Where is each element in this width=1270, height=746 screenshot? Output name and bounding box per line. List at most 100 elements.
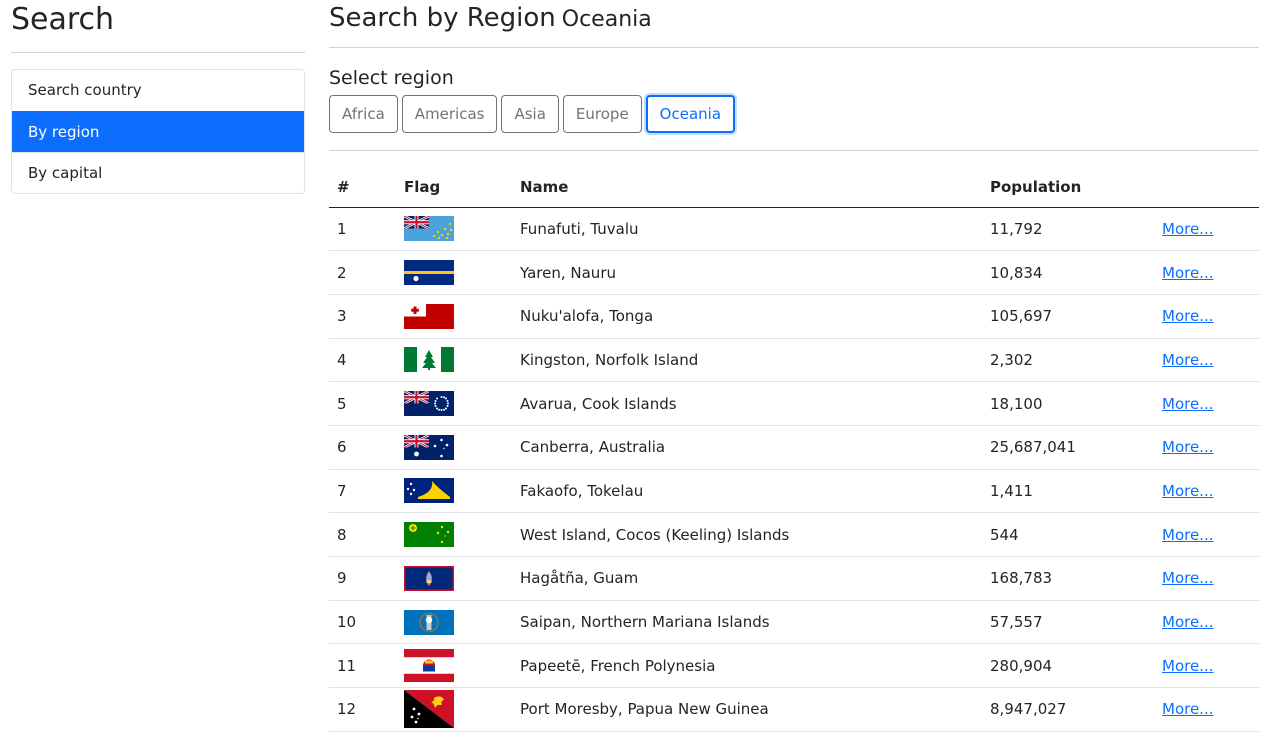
- country-name: Saipan, Northern Mariana Islands: [512, 600, 982, 645]
- french-polynesia-flag: [404, 649, 454, 683]
- more-cell: More...: [1154, 207, 1259, 252]
- table-row: 10 Saipan, Northern Mariana Islands 57,5…: [329, 600, 1259, 645]
- more-cell: More...: [1154, 643, 1259, 689]
- sidebar: Search Search country By region By capit…: [11, 0, 305, 194]
- row-number: 8: [329, 512, 396, 557]
- more-link[interactable]: More...: [1162, 700, 1214, 718]
- more-link[interactable]: More...: [1162, 351, 1214, 369]
- region-button-oceania[interactable]: Oceania: [645, 95, 736, 133]
- title-divider: [329, 47, 1259, 48]
- more-link[interactable]: More...: [1162, 220, 1214, 238]
- row-number: 3: [329, 294, 396, 339]
- more-link[interactable]: More...: [1162, 438, 1214, 456]
- table-row: 12 Port Moresby, Papua New Guinea 8,947,…: [329, 687, 1259, 732]
- country-name: Fakaofo, Tokelau: [512, 469, 982, 514]
- header-number: #: [329, 167, 396, 208]
- country-name: Funafuti, Tuvalu: [512, 207, 982, 252]
- cocos-islands-flag: [404, 522, 454, 548]
- row-number: 4: [329, 338, 396, 383]
- more-cell: More...: [1154, 687, 1259, 732]
- page-title-prefix: Search by Region: [329, 3, 556, 33]
- flag-cell: [396, 600, 512, 645]
- row-number: 11: [329, 643, 396, 689]
- countries-table: # Flag Name Population 1 Funafuti, Tuval…: [329, 167, 1259, 732]
- more-link[interactable]: More...: [1162, 482, 1214, 500]
- population: 10,834: [982, 250, 1154, 295]
- guam-flag: [404, 565, 454, 591]
- more-cell: More...: [1154, 338, 1259, 383]
- flag-cell: [396, 207, 512, 252]
- region-button-europe[interactable]: Europe: [562, 95, 642, 133]
- tokelau-flag: [404, 478, 454, 504]
- region-button-asia[interactable]: Asia: [501, 95, 559, 133]
- row-number: 10: [329, 600, 396, 645]
- flag-cell: [396, 469, 512, 514]
- region-button-americas[interactable]: Americas: [401, 95, 498, 133]
- flag-cell: [396, 643, 512, 689]
- population: 168,783: [982, 556, 1154, 601]
- more-link[interactable]: More...: [1162, 657, 1214, 675]
- more-cell: More...: [1154, 381, 1259, 426]
- search-mode-capital[interactable]: By capital: [12, 152, 304, 193]
- row-number: 6: [329, 425, 396, 470]
- more-link[interactable]: More...: [1162, 613, 1214, 631]
- header-flag: Flag: [396, 167, 512, 208]
- more-cell: More...: [1154, 469, 1259, 514]
- country-name: West Island, Cocos (Keeling) Islands: [512, 512, 982, 557]
- more-link[interactable]: More...: [1162, 526, 1214, 544]
- row-number: 9: [329, 556, 396, 601]
- population: 2,302: [982, 338, 1154, 383]
- flag-cell: [396, 512, 512, 557]
- flag-cell: [396, 338, 512, 383]
- row-number: 7: [329, 469, 396, 514]
- country-name: Canberra, Australia: [512, 425, 982, 470]
- flag-cell: [396, 556, 512, 601]
- search-mode-list: Search country By region By capital: [11, 69, 305, 194]
- flag-cell: [396, 687, 512, 732]
- header-actions: [1154, 167, 1259, 208]
- flag-cell: [396, 381, 512, 426]
- flag-cell: [396, 425, 512, 470]
- more-link[interactable]: More...: [1162, 264, 1214, 282]
- table-row: 2 Yaren, Nauru 10,834 More...: [329, 250, 1259, 295]
- flag-cell: [396, 250, 512, 295]
- norfolk-island-flag: [404, 347, 454, 373]
- table-row: 7 Fakaofo, Tokelau 1,411 More...: [329, 469, 1259, 514]
- more-link[interactable]: More...: [1162, 395, 1214, 413]
- population: 25,687,041: [982, 425, 1154, 470]
- country-name: Avarua, Cook Islands: [512, 381, 982, 426]
- table-header-row: # Flag Name Population: [329, 167, 1259, 208]
- header-population: Population: [982, 167, 1154, 208]
- search-mode-region[interactable]: By region: [12, 111, 304, 152]
- more-cell: More...: [1154, 600, 1259, 645]
- more-cell: More...: [1154, 294, 1259, 339]
- population: 57,557: [982, 600, 1154, 645]
- more-link[interactable]: More...: [1162, 569, 1214, 587]
- population: 8,947,027: [982, 687, 1154, 732]
- page-title-region: Oceania: [561, 7, 652, 32]
- search-mode-country[interactable]: Search country: [12, 70, 304, 111]
- table-row: 9 Hagåtña, Guam 168,783 More...: [329, 556, 1259, 601]
- more-link[interactable]: More...: [1162, 307, 1214, 325]
- region-button-africa[interactable]: Africa: [329, 95, 398, 133]
- more-cell: More...: [1154, 250, 1259, 295]
- tuvalu-flag: [404, 216, 454, 242]
- row-number: 5: [329, 381, 396, 426]
- table-row: 4 Kingston, Norfolk Island 2,302 More...: [329, 338, 1259, 383]
- table-row: 1 Funafuti, Tuvalu 11,792 More...: [329, 207, 1259, 252]
- more-cell: More...: [1154, 556, 1259, 601]
- row-number: 2: [329, 250, 396, 295]
- country-name: Hagåtña, Guam: [512, 556, 982, 601]
- population: 1,411: [982, 469, 1154, 514]
- table-row: 6 Canberra, Australia 25,687,041 More...: [329, 425, 1259, 470]
- country-name: Yaren, Nauru: [512, 250, 982, 295]
- more-cell: More...: [1154, 425, 1259, 470]
- country-name: Kingston, Norfolk Island: [512, 338, 982, 383]
- row-number: 1: [329, 207, 396, 252]
- nauru-flag: [404, 260, 454, 286]
- region-button-group: Africa Americas Asia Europe Oceania: [329, 95, 1259, 133]
- northern-mariana-islands-flag: [404, 609, 454, 635]
- table-row: 3 Nuku'alofa, Tonga 105,697 More...: [329, 294, 1259, 339]
- header-name: Name: [512, 167, 982, 208]
- main-content: Search by Region Oceania Select region Af…: [329, 0, 1259, 732]
